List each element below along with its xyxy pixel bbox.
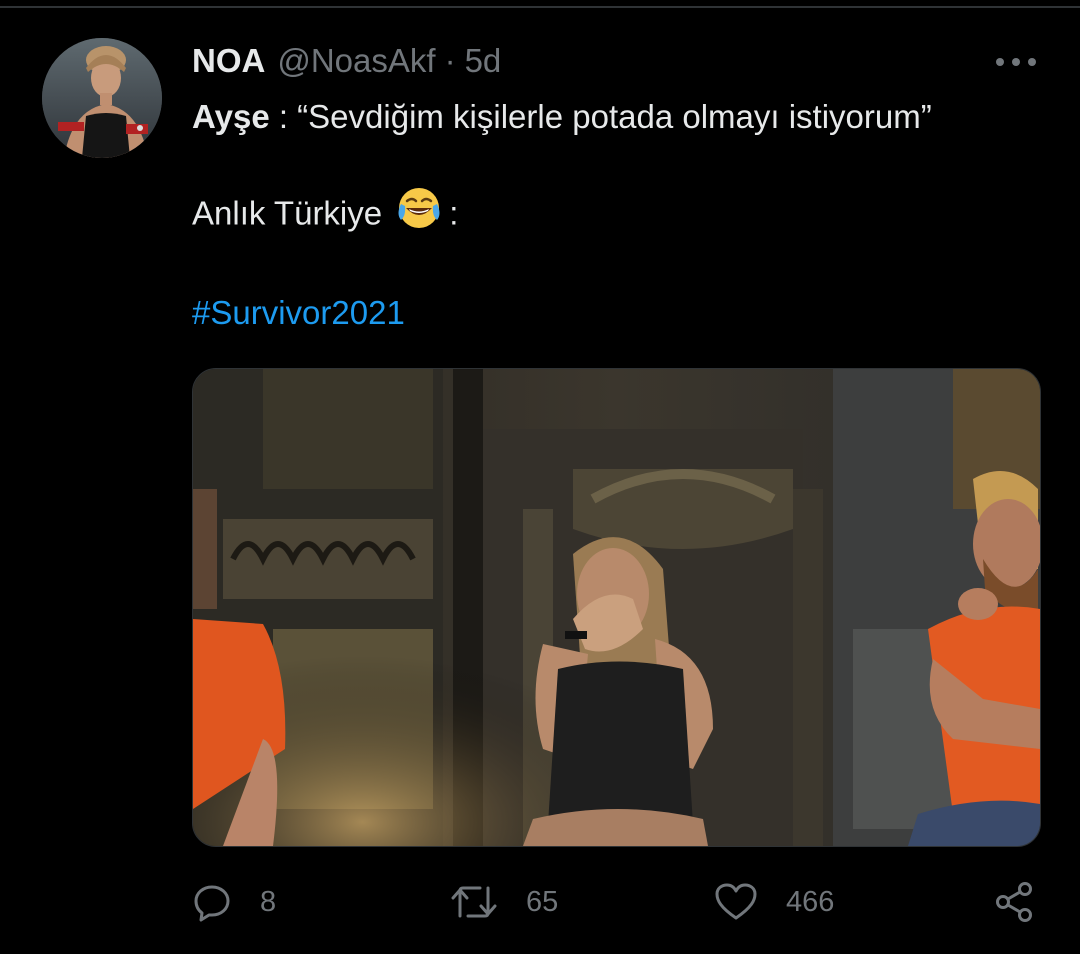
- quote-text: : “Sevdiğim kişilerle potada olmayı isti…: [269, 98, 932, 135]
- more-dot: [996, 58, 1004, 66]
- line-2-text: Anlık Türkiye: [192, 194, 383, 232]
- tweet-text-line-3: #Survivor2021: [192, 294, 405, 332]
- avatar-image: [42, 38, 162, 158]
- reply-icon: [194, 885, 230, 922]
- face-with-tears-of-joy-icon: [397, 186, 441, 238]
- more-options-icon[interactable]: [996, 50, 1036, 74]
- author-handle[interactable]: @NoasAkf: [277, 42, 435, 80]
- tweet-media[interactable]: [192, 368, 1041, 847]
- more-dot: [1012, 58, 1020, 66]
- reply-button[interactable]: 8: [192, 874, 276, 930]
- tweet-text-line-2: Anlık Türkiye :: [192, 188, 459, 238]
- share-icon: [996, 882, 1032, 922]
- speaker-name: Ayşe: [192, 98, 270, 135]
- hashtag-link[interactable]: #Survivor2021: [192, 294, 405, 331]
- more-dot: [1028, 58, 1036, 66]
- heart-icon: [715, 883, 757, 920]
- media-image: [193, 369, 1040, 846]
- retweet-button[interactable]: 65: [450, 874, 558, 930]
- like-button[interactable]: 466: [714, 874, 834, 930]
- tweet-timestamp[interactable]: 5d: [465, 42, 502, 80]
- tweet-header: NOA @NoasAkf · 5d: [192, 42, 501, 86]
- retweet-icon: [451, 886, 497, 918]
- top-divider: [0, 6, 1080, 8]
- avatar[interactable]: [42, 38, 162, 158]
- author-display-name[interactable]: NOA: [192, 42, 265, 80]
- reply-count: 8: [260, 885, 277, 918]
- separator-dot: ·: [444, 42, 456, 79]
- line-2-suffix: :: [449, 194, 459, 232]
- like-count: 466: [786, 885, 835, 918]
- share-button[interactable]: [994, 874, 1036, 930]
- retweet-count: 65: [526, 885, 559, 918]
- tweet-text-line-1: Ayşe : “Sevdiğim kişilerle potada olmayı…: [192, 98, 932, 136]
- tweet-actions-bar: 8 65 466: [0, 874, 1080, 930]
